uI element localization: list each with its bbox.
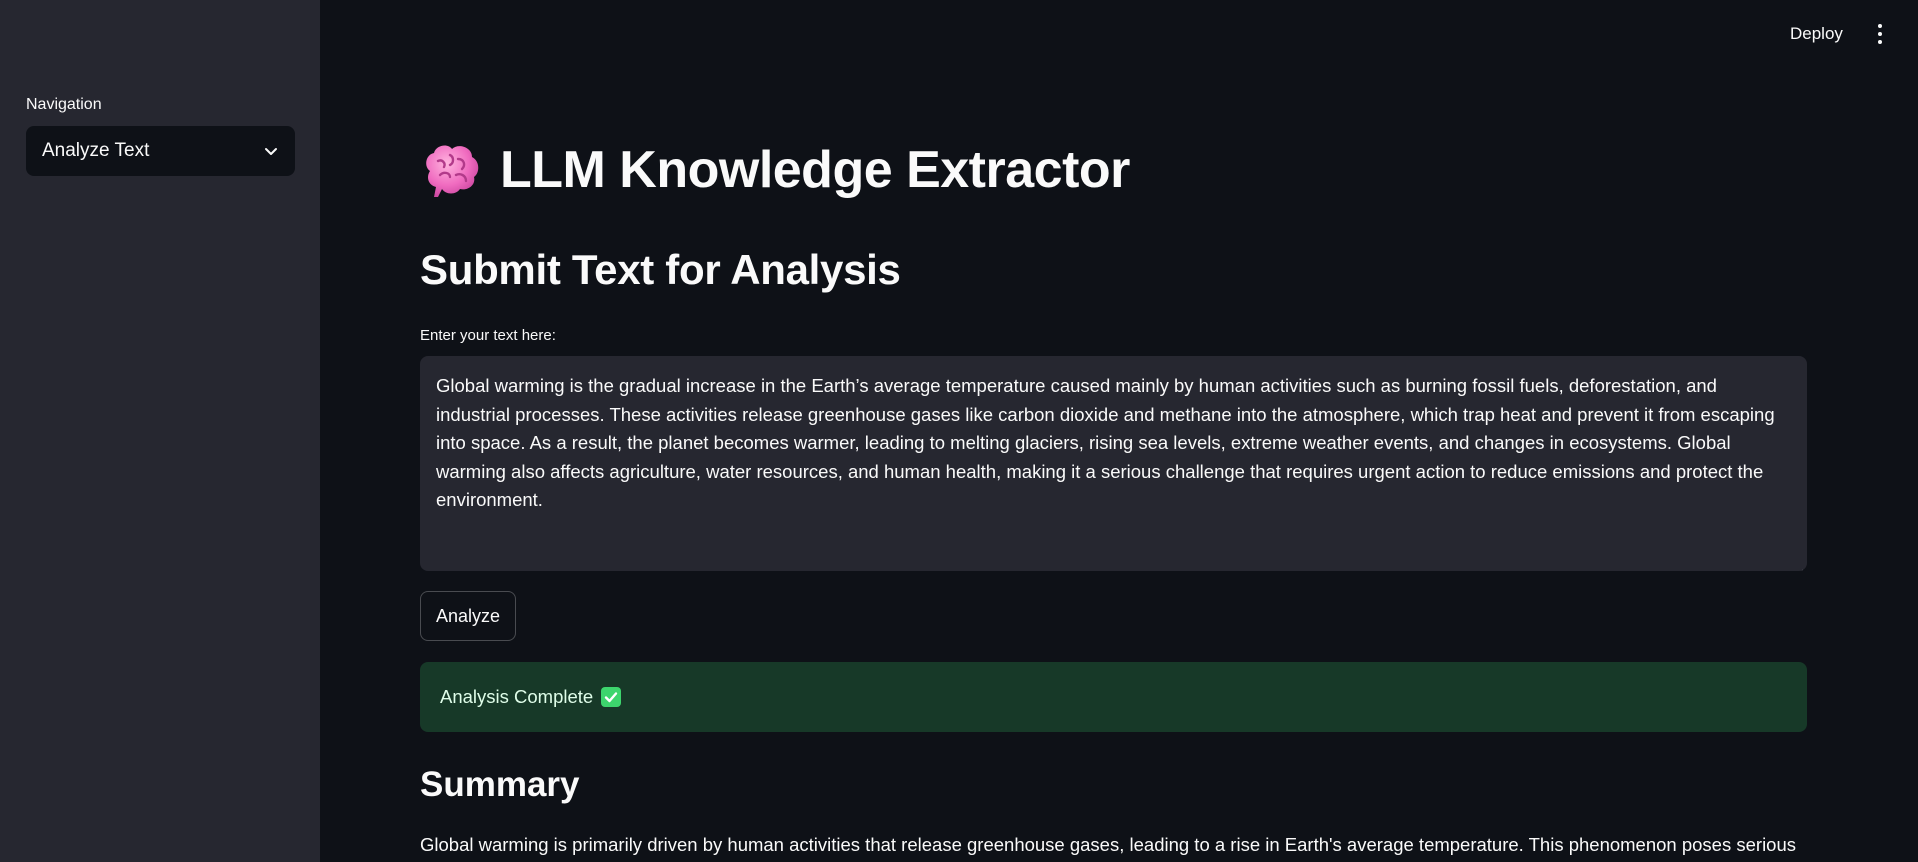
app-title: LLM Knowledge Extractor — [500, 141, 1130, 199]
success-message: Analysis Complete — [440, 686, 594, 707]
text-input-area[interactable]: Global warming is the gradual increase i… — [420, 356, 1807, 571]
navigation-select[interactable]: Analyze Text — [26, 126, 295, 176]
brain-icon — [420, 141, 482, 199]
summary-title: Summary — [420, 765, 580, 804]
navigation-label: Navigation — [26, 96, 102, 113]
text-input-label: Enter your text here: — [420, 327, 556, 344]
deploy-button[interactable]: Deploy — [1784, 20, 1849, 48]
chevron-down-icon — [263, 143, 279, 159]
analyze-button[interactable]: Analyze — [420, 591, 517, 641]
sidebar: Navigation Analyze Text — [0, 0, 320, 862]
page-title-row: LLM Knowledge Extractor — [420, 140, 1130, 200]
kebab-menu-icon[interactable] — [1870, 22, 1890, 46]
navigation-select-value: Analyze Text — [42, 140, 150, 161]
section-title: Submit Text for Analysis — [420, 246, 901, 293]
app-root: Navigation Analyze Text Deploy LLM Knowl… — [0, 0, 1918, 862]
check-mark-icon — [601, 687, 622, 707]
text-input-value: Global warming is the gradual increase i… — [436, 375, 1775, 510]
success-alert: Analysis Complete — [420, 662, 1807, 732]
summary-text: Global warming is primarily driven by hu… — [420, 834, 1797, 855]
resize-handle-icon[interactable] — [1794, 558, 1804, 571]
